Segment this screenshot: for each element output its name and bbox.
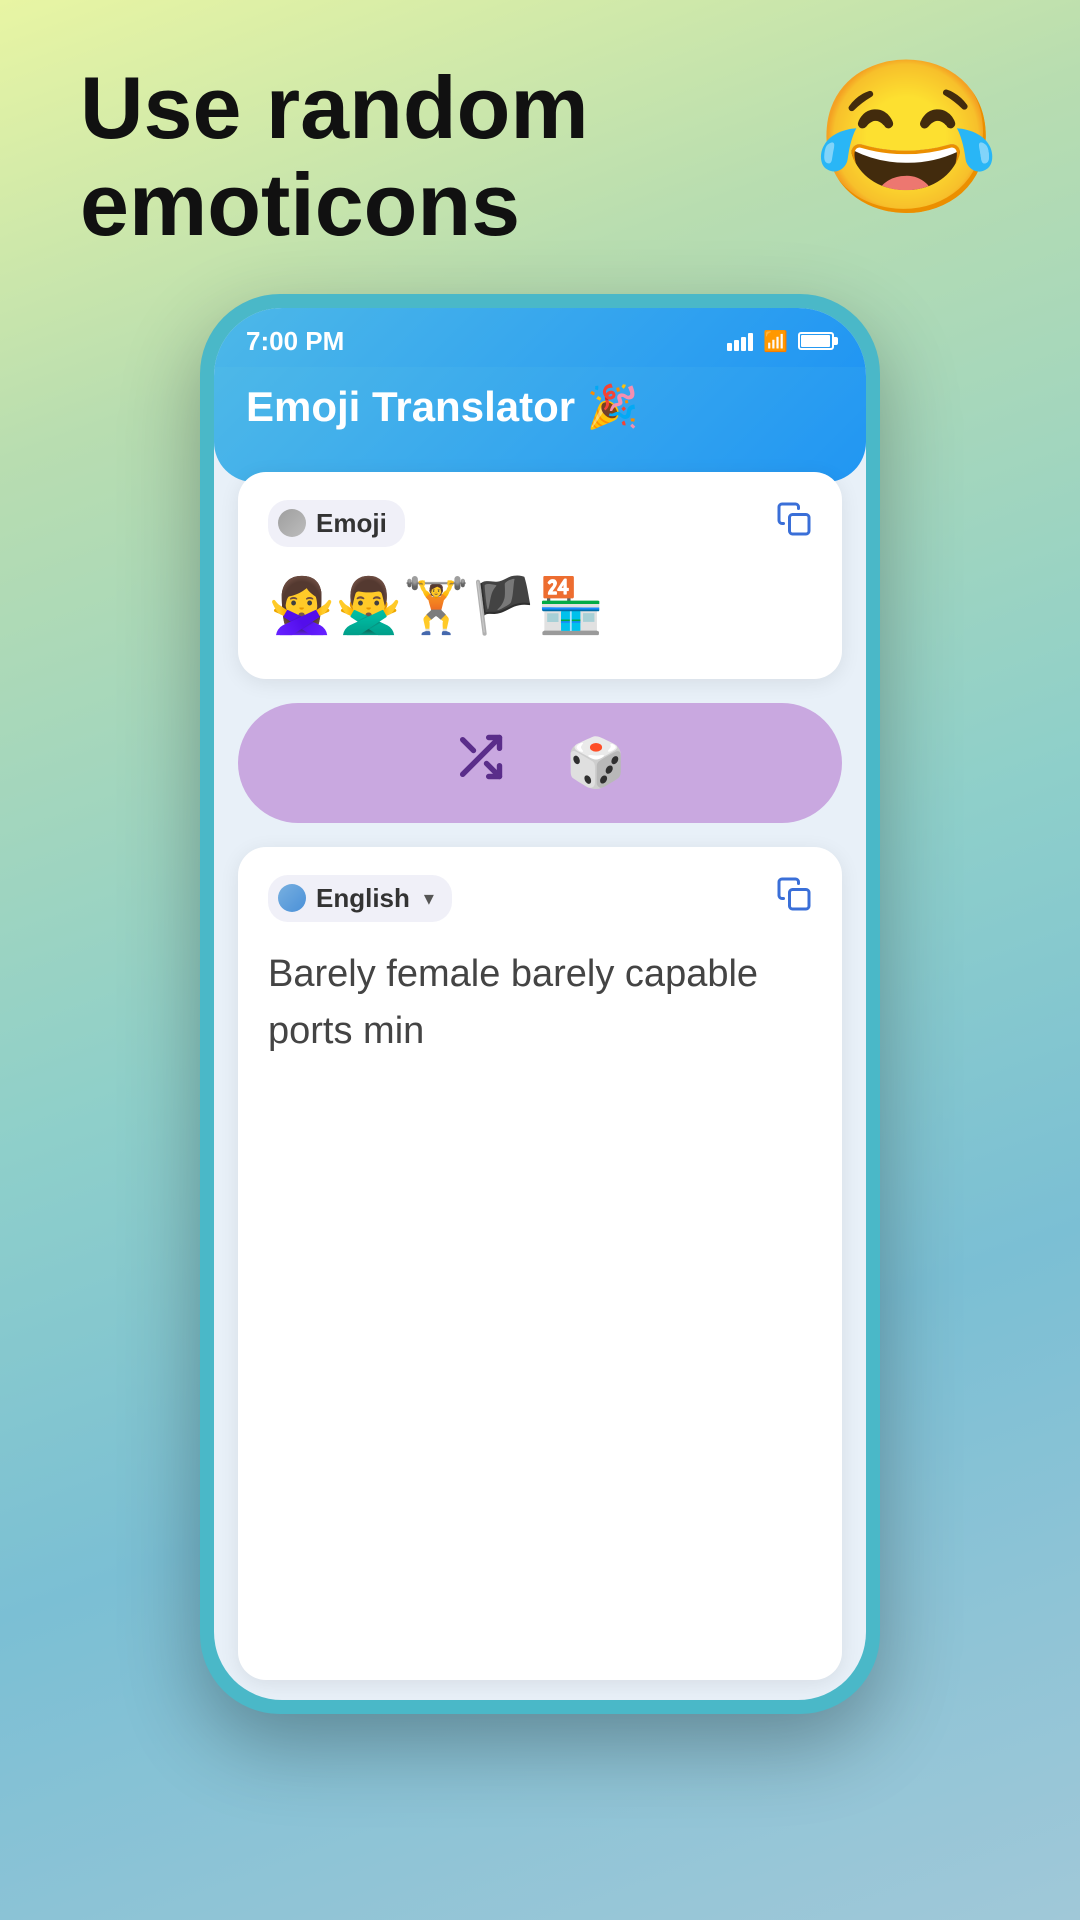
phone-frame: 7:00 PM 📶 Emoji Translator 🎉 xyxy=(200,294,880,1714)
translation-copy-button[interactable] xyxy=(776,876,812,921)
emoji-copy-button[interactable] xyxy=(776,501,812,546)
status-bar: 7:00 PM 📶 xyxy=(214,308,866,367)
emoji-display: 🙅‍♀️🙅‍♂️🏋️🏴🏪 xyxy=(268,571,812,651)
translation-lang-dot xyxy=(278,884,306,912)
translation-card: English ▾ Barely female barely capable p… xyxy=(238,847,842,1680)
status-icons: 📶 xyxy=(727,329,834,354)
middle-bar: 🎲 xyxy=(238,703,842,823)
chevron-down-icon: ▾ xyxy=(424,886,434,911)
translation-lang-label: English xyxy=(316,883,410,914)
wifi-icon: 📶 xyxy=(763,329,788,354)
translation-text: Barely female barely capable ports min xyxy=(268,946,812,1060)
emoji-lang-badge: Emoji xyxy=(268,500,405,547)
shuffle-button[interactable] xyxy=(454,731,506,795)
phone-inner: 7:00 PM 📶 Emoji Translator 🎉 xyxy=(214,308,866,1700)
emoji-card-header: Emoji xyxy=(268,500,812,547)
app-title: Emoji Translator 🎉 xyxy=(246,383,834,432)
signal-icon xyxy=(727,331,753,351)
headline-text: Use random emoticons xyxy=(80,60,760,254)
emoji-lang-dot xyxy=(278,509,306,537)
page-wrapper: Use random emoticons 😂 7:00 PM 📶 xyxy=(0,0,1080,1920)
translation-lang-badge[interactable]: English ▾ xyxy=(268,875,452,922)
emoji-card: Emoji 🙅‍♀️🙅‍♂️🏋️🏴🏪 xyxy=(238,472,842,679)
content-area: Emoji 🙅‍♀️🙅‍♂️🏋️🏴🏪 xyxy=(214,452,866,1700)
dice-button[interactable]: 🎲 xyxy=(566,734,626,791)
battery-icon xyxy=(798,332,834,350)
translation-card-header: English ▾ xyxy=(268,875,812,922)
emoji-lang-label: Emoji xyxy=(316,508,387,539)
headline-area: Use random emoticons 😂 xyxy=(0,0,1080,274)
status-time: 7:00 PM xyxy=(246,326,344,357)
headline-emoji: 😂 xyxy=(813,50,1000,226)
